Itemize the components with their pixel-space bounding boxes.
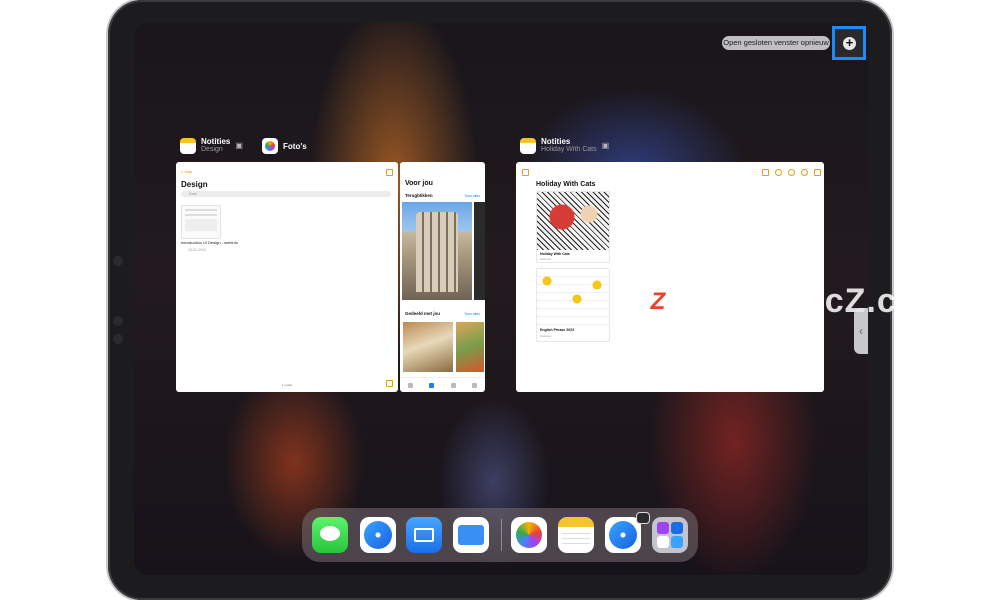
tab-for-you[interactable] <box>429 382 435 388</box>
notes-icon[interactable] <box>558 517 594 553</box>
window-subtitle: Holiday With Cats <box>541 146 597 153</box>
back-button[interactable]: < Map <box>181 169 192 174</box>
note-heading: Holiday With Cats <box>536 181 596 188</box>
side-button <box>113 256 123 266</box>
reopen-window-tooltip: Open gesloten venster opnieuw <box>722 36 830 50</box>
attachment-date: Gisteren <box>540 257 552 261</box>
notes-icon <box>520 137 536 154</box>
phrases-illustration <box>537 269 609 325</box>
side-button <box>113 334 123 344</box>
notes-icon <box>180 137 196 154</box>
left-notes-label: Notities Design ▣ <box>180 137 243 154</box>
compose-icon[interactable] <box>386 380 393 387</box>
mail-icon[interactable] <box>406 517 442 553</box>
windows-stack-icon: ▣ <box>601 141 610 150</box>
reopen-window-button[interactable]: + <box>832 26 866 60</box>
shared-photo[interactable] <box>456 322 484 372</box>
photos-icon[interactable] <box>511 517 547 553</box>
camera-icon[interactable] <box>775 169 782 176</box>
attachment-card[interactable]: English Phrase 2023 Gisteren <box>536 268 610 342</box>
watermark: Z www.MacZ.com <box>640 282 950 321</box>
photos-tab-bar <box>400 377 485 392</box>
files-icon[interactable] <box>453 517 489 553</box>
shared-photo[interactable] <box>403 322 453 372</box>
see-all-memories-link[interactable]: Toon alles <box>464 194 480 198</box>
cats-illustration <box>537 192 609 250</box>
app-title: Notities <box>201 137 231 146</box>
safari-icon[interactable] <box>360 517 396 553</box>
checklist-icon[interactable] <box>762 169 769 176</box>
window-subtitle: Design <box>201 146 223 153</box>
notes-window-holiday[interactable]: Holiday With Cats Holiday With Cats Gist… <box>516 162 824 392</box>
notes-window-design[interactable]: < Map Design Zoek Introduction UI Design… <box>176 162 398 392</box>
plus-icon: + <box>843 36 856 50</box>
attachment-title: Holiday With Cats <box>540 252 570 256</box>
memories-heading: Terugblikken <box>405 193 433 198</box>
photos-icon <box>262 138 278 154</box>
watermark-logo: Z <box>640 283 676 320</box>
attachment-card[interactable]: Holiday With Cats Gisteren <box>536 191 610 263</box>
for-you-heading: Voor jou <box>405 180 433 187</box>
attachment-title: English Phrase 2023 <box>540 328 575 332</box>
photos-window[interactable]: Voor jou Terugblikken Toon alles Gedeeld… <box>400 162 485 392</box>
app-title: Foto's <box>283 141 307 151</box>
safari-recent-icon[interactable] <box>605 517 641 553</box>
side-button <box>113 316 123 326</box>
note-thumbnail[interactable] <box>181 205 221 239</box>
search-input[interactable]: Zoek <box>181 191 391 197</box>
more-icon[interactable] <box>386 169 393 176</box>
shared-heading: Gedeeld met jou <box>405 311 441 316</box>
more-icon[interactable] <box>801 169 808 176</box>
sidebar-toggle-icon[interactable] <box>522 169 529 176</box>
share-icon[interactable] <box>788 169 795 176</box>
left-photos-label: Foto's <box>262 138 307 154</box>
app-title: Notities <box>541 137 571 146</box>
note-title: Introduction UI Design - webinfo <box>181 240 238 245</box>
slide-over-handle[interactable]: ‹ <box>854 308 868 354</box>
memory-photo[interactable] <box>402 202 472 300</box>
folder-heading: Design <box>181 180 208 189</box>
memory-photo[interactable] <box>474 202 485 300</box>
see-all-shared-link[interactable]: Toon alles <box>464 312 480 316</box>
tab-search[interactable] <box>471 382 477 388</box>
note-date: 15-01-2024 <box>188 248 206 252</box>
dock-divider <box>501 519 502 551</box>
safari-window-badge-icon <box>636 512 650 524</box>
compose-icon[interactable] <box>814 169 821 176</box>
tab-albums[interactable] <box>450 382 456 388</box>
attachment-date: Gisteren <box>540 334 552 338</box>
right-notes-label: Notities Holiday With Cats ▣ <box>520 137 609 154</box>
watermark-text: www.MacZ.com <box>684 282 950 320</box>
messages-icon[interactable] <box>312 517 348 553</box>
note-count: 1 notitie <box>281 383 293 387</box>
windows-stack-icon: ▣ <box>235 141 243 150</box>
tab-library[interactable] <box>408 382 414 388</box>
app-library-icon[interactable] <box>652 517 688 553</box>
